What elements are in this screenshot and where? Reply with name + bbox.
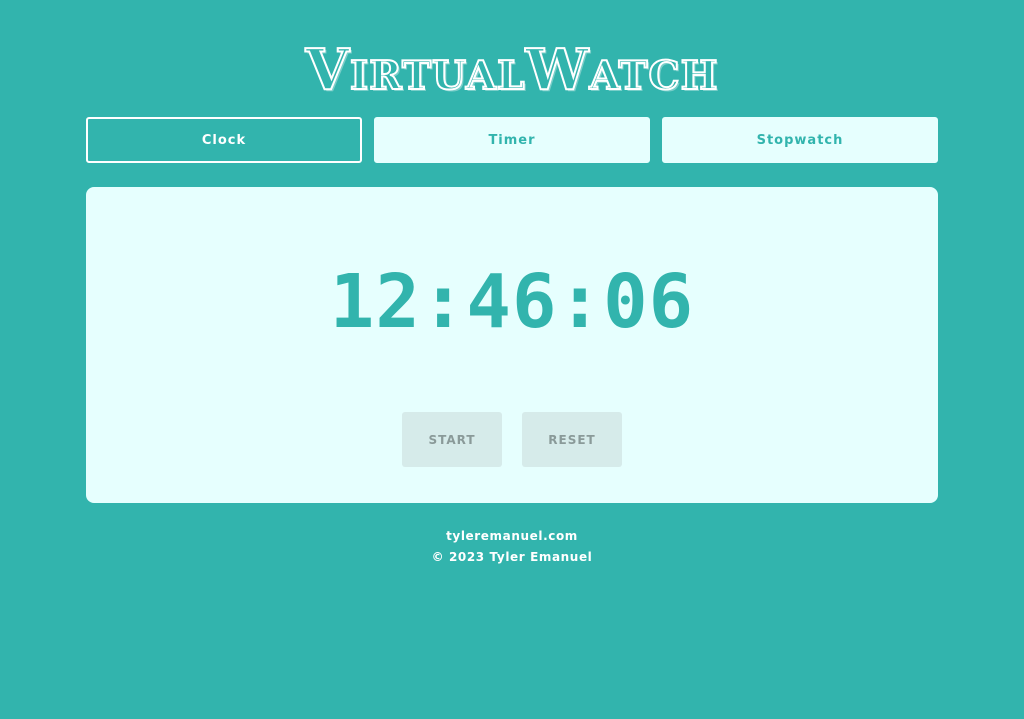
- reset-button[interactable]: RESET: [522, 412, 622, 467]
- control-buttons: START RESET: [402, 412, 622, 467]
- start-button[interactable]: START: [402, 412, 502, 467]
- time-display: 12:46:06: [329, 259, 695, 345]
- tab-stopwatch[interactable]: Stopwatch: [662, 117, 938, 163]
- tab-clock[interactable]: Clock: [86, 117, 362, 163]
- tab-timer[interactable]: Timer: [374, 117, 650, 163]
- copyright-text: © 2023 Tyler Emanuel: [431, 550, 593, 564]
- page: VirtualWatch Clock Timer Stopwatch 12:46…: [0, 0, 1024, 719]
- mode-tabs: Clock Timer Stopwatch: [86, 117, 938, 163]
- app-logo-title: VirtualWatch: [305, 37, 719, 103]
- footer: tyleremanuel.com © 2023 Tyler Emanuel: [0, 526, 1024, 568]
- author-website-link[interactable]: tyleremanuel.com: [0, 526, 1024, 547]
